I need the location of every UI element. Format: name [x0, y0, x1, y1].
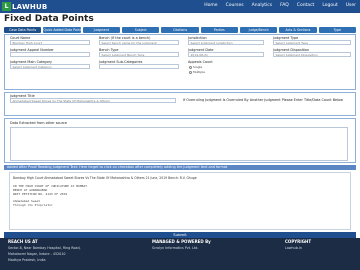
tab-subject[interactable]: Subject	[121, 27, 160, 33]
case-details-panel: Court Name Bombay High Court Bench (If t…	[4, 34, 356, 90]
bench-type-select[interactable]: Select Judgment Bench Type	[99, 52, 179, 57]
sub-category-select[interactable]	[99, 64, 179, 69]
jurisdiction-select[interactable]: Select judgment jurisdiction	[188, 40, 264, 45]
judgment-text-editor[interactable]: Bombay High Court Ahmadabad Sweet Stores…	[9, 172, 351, 230]
page-title: Fixed Data Points	[4, 14, 94, 24]
logo-mark-icon: L	[2, 2, 11, 11]
footer-address-line-3: Madhya Pradesh, India	[8, 258, 46, 262]
radio-multiple-icon	[189, 70, 192, 74]
data-extracted-textarea[interactable]	[10, 127, 348, 161]
judgment-text-line-1: Bombay High Court Ahmadabad Sweet Stores…	[13, 176, 197, 180]
footer-reach-title: REACH US AT	[8, 239, 38, 244]
judgment-type-select[interactable]: Select Judgment Type	[273, 40, 351, 45]
radio-single-label: Single	[193, 65, 203, 69]
footer-copyright: COPYRIGHT Lawhub.in	[285, 239, 311, 250]
site-footer: REACH US AT Sector-8, Near Bombay Hospit…	[0, 238, 360, 270]
footer-address-line-1: Sector-8, Near Bombay Hospital, Ring Roa…	[8, 246, 81, 250]
judgment-text-line-6: Through its Proprietor	[13, 203, 53, 207]
bench-select[interactable]: Select bench name for the judgment	[99, 40, 179, 45]
footer-reach-us: REACH US AT Sector-8, Near Bombay Hospit…	[8, 239, 81, 262]
tab-quick-added[interactable]: Quick Added Data Points	[43, 27, 81, 33]
judgment-text-section-bar: Added After Proof Reading Judgment Text:…	[4, 165, 356, 170]
nav-contact[interactable]: Contact	[297, 3, 315, 8]
appeal-number-input[interactable]	[10, 52, 90, 57]
radio-single-icon	[189, 65, 192, 69]
main-nav: Home Courses Analytics FAQ Contact Logou…	[204, 3, 356, 8]
nav-courses[interactable]: Courses	[226, 3, 244, 8]
footer-managed-by: MANAGED & POWERED By Scrolyn Informatics…	[152, 239, 211, 250]
tab-parties[interactable]: Parties	[200, 27, 238, 33]
top-navbar: L LAWHUB Home Courses Analytics FAQ Cont…	[0, 0, 360, 13]
judgment-title-panel: Judgment Title Ahmadabad Sweet Stores Vs…	[4, 92, 356, 116]
radio-multiple-label: Multiple	[193, 70, 205, 74]
footer-copyright-title: COPYRIGHT	[285, 239, 312, 244]
nav-logout[interactable]: Logout	[322, 3, 337, 8]
tab-acts-sections[interactable]: Acts & Sections	[279, 27, 317, 33]
appeals-count-label: Appeals Count	[188, 60, 213, 64]
data-extracted-panel: Data Extracted from other source	[4, 118, 356, 163]
site-logo[interactable]: L LAWHUB	[2, 1, 47, 12]
court-name-select[interactable]: Bombay High Court	[10, 40, 90, 45]
footer-address-line-2: Mahalaxmi Nagar, Indore - 452010	[8, 252, 66, 256]
overruled-label: If Overruling Judgment Is Overruled By A…	[183, 98, 343, 102]
nav-home[interactable]: Home	[204, 3, 217, 8]
footer-site-link[interactable]: Lawhub.in	[285, 246, 311, 250]
nav-user[interactable]: User	[346, 3, 356, 8]
judgment-disposition-select[interactable]: Select Judgment Disposition	[273, 52, 351, 57]
tab-judgment[interactable]: Judgment	[82, 27, 120, 33]
footer-company-link[interactable]: Scrolyn Informatics Pvt. Ltd.	[152, 246, 211, 250]
tab-citations[interactable]: Citations	[161, 27, 199, 33]
tab-case-data-points[interactable]: Case Data Points	[4, 27, 42, 33]
logo-text: LAWHUB	[12, 2, 48, 11]
nav-analytics[interactable]: Analytics	[252, 3, 272, 8]
tab-bar: Case Data Points Quick Added Data Points…	[4, 27, 356, 33]
judgment-title-input[interactable]: Ahmadabad Sweet Stores Vs The State Of M…	[10, 98, 176, 103]
appeals-multiple-radio[interactable]: Multiple	[189, 70, 205, 74]
tab-type[interactable]: Type	[318, 27, 356, 33]
tab-judge-bench[interactable]: Judge/Bench	[239, 27, 278, 33]
appeals-single-radio[interactable]: Single	[189, 65, 202, 69]
nav-faq[interactable]: FAQ	[280, 3, 289, 8]
judgment-date-input[interactable]: 2019-08-21	[188, 52, 264, 57]
data-extracted-label: Data Extracted from other source	[10, 121, 67, 125]
footer-managed-title: MANAGED & POWERED By	[152, 239, 211, 244]
main-category-select[interactable]: Select Judgment Category	[10, 64, 90, 69]
judgment-text-line-4: WRIT PETITION NO. 4143 OF 2019	[13, 192, 68, 196]
